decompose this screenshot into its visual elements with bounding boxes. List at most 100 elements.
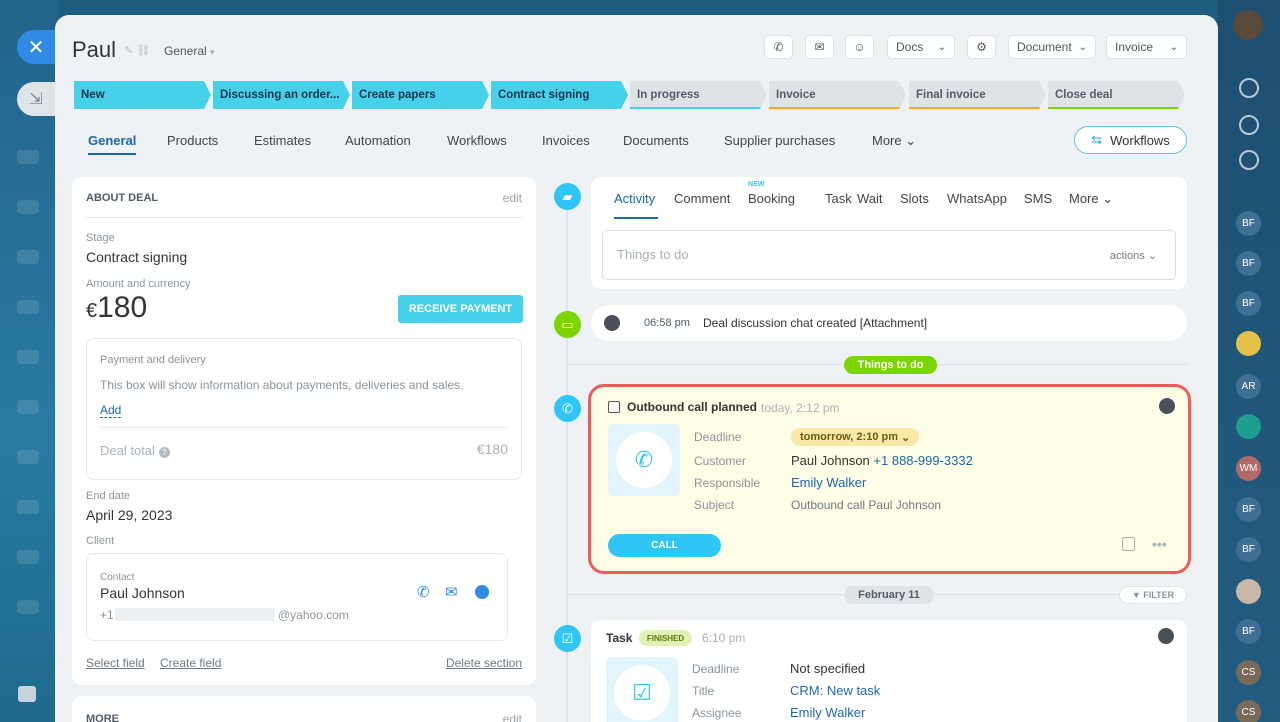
tab-label: Estimates <box>254 133 312 148</box>
new-badge: NEW <box>748 181 765 188</box>
activity-tab-wait[interactable]: Wait <box>857 191 883 206</box>
contact-email: @yahoo.com <box>278 608 349 622</box>
avatar[interactable]: BF <box>1236 497 1261 522</box>
subject-label: Subject <box>694 498 735 512</box>
about-edit-link[interactable]: edit <box>503 191 522 205</box>
tab-documents[interactable]: Documents <box>623 133 689 148</box>
task-title-link[interactable]: CRM: New task <box>790 683 880 698</box>
activity-tab-sms[interactable]: SMS <box>1024 191 1052 206</box>
activity-tab-label: Booking <box>748 191 795 206</box>
avatar[interactable]: BF <box>1236 619 1261 644</box>
goals-icon[interactable] <box>1239 115 1259 135</box>
planned-call-card: Outbound call planned today, 2:12 pm ✆ D… <box>588 384 1191 574</box>
tab-more[interactable]: More ⌄ <box>872 133 916 149</box>
activity-tab-task[interactable]: Task <box>825 191 852 206</box>
stage-8[interactable]: Close deal <box>1048 81 1185 109</box>
task-card: Task FINISHED 6:10 pm ☑ Deadline Not spe… <box>591 620 1187 722</box>
activity-tab-activity[interactable]: Activity <box>614 191 655 206</box>
call-time: today, 2:12 pm <box>761 401 840 415</box>
bell-icon[interactable] <box>1239 78 1259 98</box>
complete-checkbox[interactable] <box>608 401 620 413</box>
tab-supplier-purchases[interactable]: Supplier purchases <box>724 133 835 148</box>
chat-event-time: 06:58 pm <box>644 317 690 329</box>
chevron-down-icon: ⌄ <box>901 133 917 148</box>
tab-general[interactable]: General <box>88 133 136 148</box>
group-avatar[interactable] <box>1236 579 1261 604</box>
tab-label: More <box>872 133 902 148</box>
avatar[interactable]: AR <box>1236 374 1261 399</box>
email-button[interactable]: ✉ <box>805 35 834 59</box>
invoice-button[interactable]: Invoice ⌄ <box>1106 35 1187 59</box>
deadline-pill[interactable]: tomorrow, 2:10 pm ⌄ <box>791 428 920 446</box>
call-button[interactable]: CALL <box>608 534 721 557</box>
print-icon[interactable] <box>18 686 36 702</box>
stage-1[interactable]: New <box>74 81 211 109</box>
contact-name[interactable]: Paul Johnson <box>100 585 185 601</box>
stage-color-bar <box>630 107 767 109</box>
stage-3[interactable]: Create papers <box>352 81 489 109</box>
tab-invoices[interactable]: Invoices <box>542 133 590 148</box>
minimize-slider-button[interactable]: ⇲ <box>17 82 55 116</box>
avatar[interactable]: BF <box>1236 211 1261 236</box>
group-avatar[interactable] <box>1236 331 1261 356</box>
stage-5[interactable]: In progress <box>630 81 767 109</box>
chat-icon[interactable] <box>475 585 489 599</box>
payment-title: Payment and delivery <box>100 354 206 366</box>
things-to-do-chip: Things to do <box>844 356 937 374</box>
tab-products[interactable]: Products <box>167 133 218 148</box>
delete-section-link[interactable]: Delete section <box>446 656 522 670</box>
category-dropdown[interactable]: General ▾ <box>164 44 215 58</box>
more-edit-link[interactable]: edit <box>503 712 522 722</box>
customer-phone-link[interactable]: +1 888-999-3332 <box>873 453 972 468</box>
responsible-link[interactable]: Emily Walker <box>791 475 866 490</box>
invoice-label: Invoice <box>1115 40 1154 54</box>
phone-button[interactable]: ✆ <box>764 35 793 59</box>
task-assignee-link[interactable]: Emily Walker <box>790 705 865 720</box>
stage-2[interactable]: Discussing an order... <box>213 81 350 109</box>
group-avatar[interactable] <box>1236 414 1261 439</box>
avatar[interactable]: BF <box>1236 291 1261 316</box>
create-field-link[interactable]: Create field <box>160 656 221 670</box>
tab-workflows[interactable]: Workflows <box>447 133 507 148</box>
activity-tab-booking[interactable]: Booking <box>748 191 795 206</box>
note-icon[interactable] <box>1122 537 1135 551</box>
chat-icon[interactable] <box>1239 150 1259 170</box>
user-avatar[interactable] <box>1233 10 1263 40</box>
stage-4[interactable]: Contract signing <box>491 81 628 109</box>
tab-estimates[interactable]: Estimates <box>254 133 311 148</box>
tab-automation[interactable]: Automation <box>345 133 411 148</box>
avatar[interactable]: WM <box>1236 456 1261 481</box>
chat-icon: ☺ <box>853 40 866 54</box>
mail-icon[interactable]: ✉ <box>445 583 458 601</box>
activity-tab-whatsapp[interactable]: WhatsApp <box>947 191 1007 206</box>
avatar[interactable]: BF <box>1236 251 1261 276</box>
stage-7[interactable]: Final invoice <box>909 81 1046 109</box>
add-payment-link[interactable]: Add <box>100 403 122 418</box>
close-slider-button[interactable]: ✕ <box>17 30 55 64</box>
help-icon[interactable]: ? <box>158 447 170 458</box>
activity-tab-comment[interactable]: Comment <box>674 191 730 206</box>
activity-tab-slots[interactable]: Slots <box>900 191 929 206</box>
phone-icon[interactable]: ✆ <box>417 583 430 601</box>
avatar-initials: BF <box>1242 544 1255 555</box>
avatar-initials: WM <box>1239 463 1258 474</box>
actions-dropdown[interactable]: actions ⌄ <box>1110 249 1157 262</box>
activity-tab-more[interactable]: More ⌄ <box>1069 191 1113 207</box>
workflows-button[interactable]: ⇆ Workflows <box>1074 126 1187 154</box>
more-dots-icon[interactable]: ••• <box>1152 536 1167 552</box>
filter-button[interactable]: ▼ FILTER <box>1119 586 1187 604</box>
avatar[interactable]: BF <box>1236 537 1261 562</box>
avatar[interactable]: CS <box>1236 700 1261 722</box>
document-button[interactable]: Document ⌄ <box>1008 35 1096 59</box>
docs-button[interactable]: Docs ⌄ <box>887 35 955 59</box>
things-to-do-input[interactable]: Things to do actions ⌄ <box>602 230 1176 280</box>
contact-phone: +1 <box>100 608 114 622</box>
stage-6[interactable]: Invoice <box>769 81 906 109</box>
select-field-link[interactable]: Select field <box>86 656 145 670</box>
activity-editor: Activity Comment Booking Task Wait Slots Whats… <box>591 177 1187 289</box>
edit-title-icon[interactable]: ✎ ⛓ <box>124 44 150 57</box>
settings-button[interactable]: ⚙ <box>967 35 996 59</box>
avatar[interactable]: CS <box>1236 660 1261 685</box>
chat-button[interactable]: ☺ <box>845 35 874 59</box>
receive-payment-button[interactable]: RECEIVE PAYMENT <box>398 295 523 323</box>
